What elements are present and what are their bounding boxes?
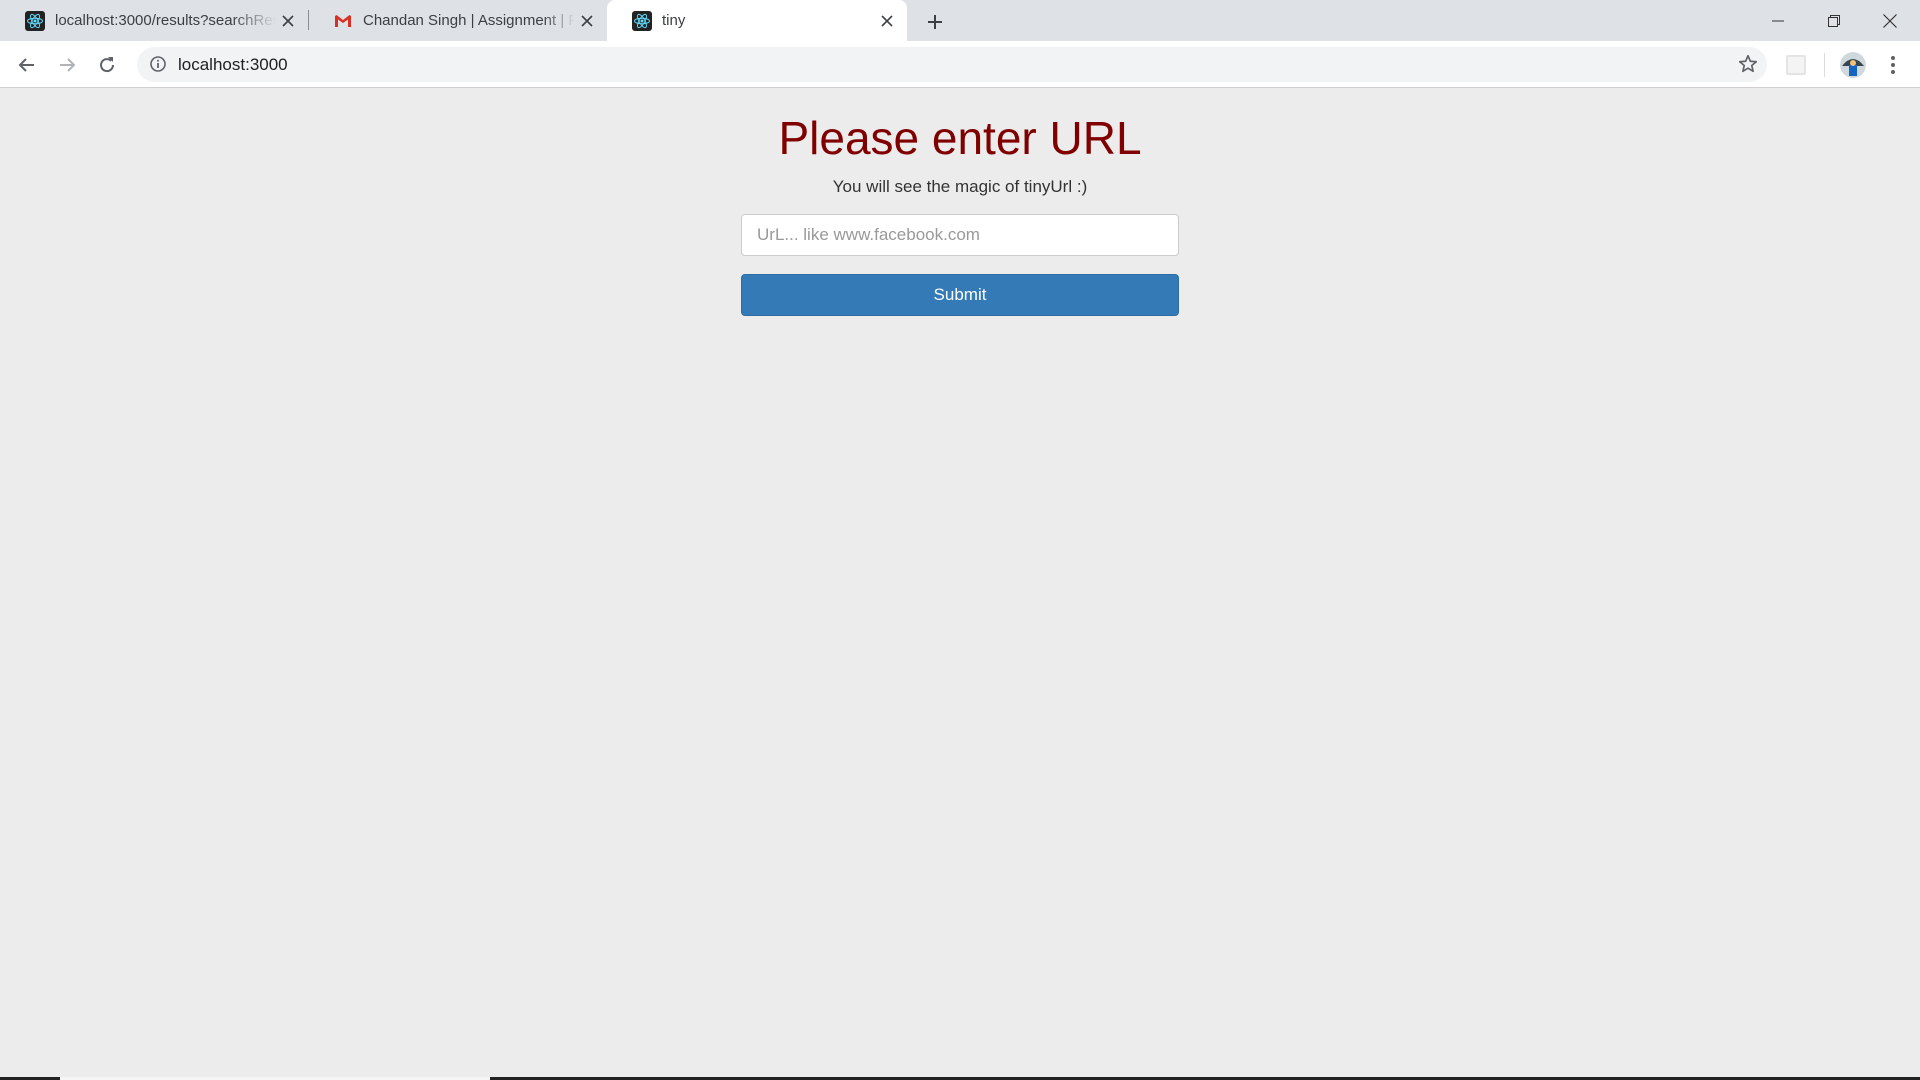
browser-menu-button[interactable] (1881, 53, 1905, 77)
tab-results[interactable]: localhost:3000/results?searchResults (0, 0, 308, 41)
forward-button[interactable] (51, 49, 83, 81)
toolbar-separator (1824, 53, 1825, 77)
react-logo-icon (632, 10, 652, 31)
arrow-left-icon (18, 58, 34, 72)
more-vertical-icon (1891, 56, 1895, 74)
page-content: Please enter URL You will see the magic … (0, 89, 1920, 1078)
tab-title: tiny (662, 12, 686, 29)
close-tab-icon[interactable] (575, 9, 599, 33)
info-icon[interactable] (149, 55, 167, 73)
extension-icon[interactable] (1786, 55, 1806, 75)
arrow-right-icon (60, 58, 76, 72)
back-button[interactable] (11, 49, 43, 81)
avatar[interactable] (1840, 52, 1866, 78)
tab-tiny[interactable]: tiny (607, 0, 907, 41)
minimize-icon (1772, 20, 1784, 21)
close-window-button[interactable] (1862, 0, 1918, 41)
restore-button[interactable] (1806, 0, 1862, 41)
star-icon[interactable] (1737, 53, 1759, 75)
address-bar[interactable]: localhost:3000 (137, 47, 1767, 82)
url-text: localhost:3000 (178, 55, 288, 74)
tab-title: Chandan Singh | Assignment | Full (363, 12, 575, 29)
close-tab-icon[interactable] (875, 9, 899, 33)
page-subtitle: You will see the magic of tinyUrl :) (832, 177, 1088, 196)
plus-icon (928, 15, 942, 29)
new-tab-button[interactable] (921, 8, 949, 36)
tab-strip: localhost:3000/results?searchResults Cha… (0, 0, 1920, 41)
react-logo-icon (25, 10, 45, 31)
submit-button[interactable]: Submit (741, 274, 1179, 316)
reload-icon (100, 57, 115, 73)
page-title: Please enter URL (778, 112, 1142, 164)
minimize-button[interactable] (1750, 0, 1806, 41)
tab-gmail[interactable]: Chandan Singh | Assignment | Full (308, 0, 607, 41)
close-tab-icon[interactable] (276, 9, 300, 33)
restore-icon (1828, 14, 1840, 27)
reload-button[interactable] (91, 49, 123, 81)
tab-title: localhost:3000/results?searchResults (55, 12, 276, 29)
close-icon (1883, 13, 1897, 28)
url-input[interactable] (741, 214, 1179, 256)
browser-toolbar: localhost:3000 (0, 41, 1920, 88)
gmail-icon (335, 14, 351, 27)
profile-avatar-icon (1840, 52, 1866, 78)
